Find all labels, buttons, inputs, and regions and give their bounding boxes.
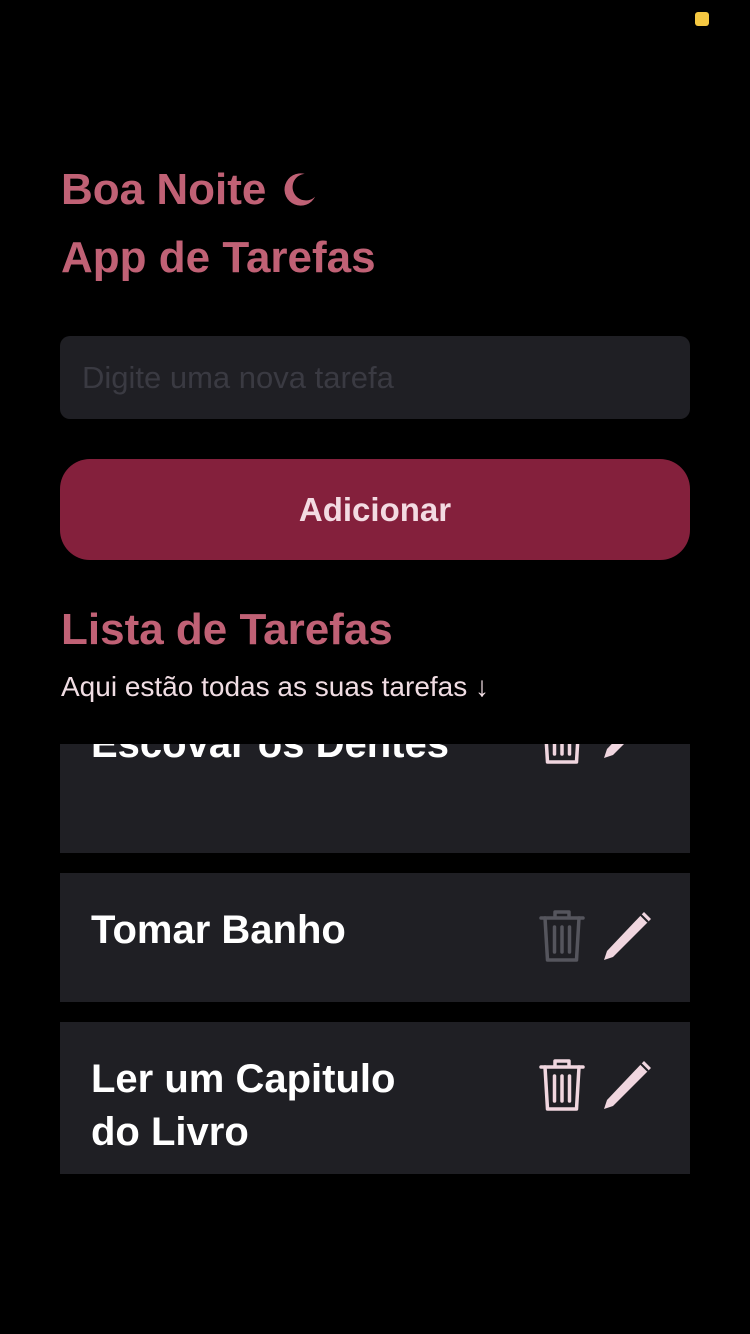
greeting: Boa Noite	[61, 162, 318, 218]
status-indicator	[695, 12, 709, 26]
task-text: Ler um Capitulo do Livro	[91, 1057, 396, 1154]
task-item: Escovar os Dentes	[60, 744, 690, 853]
task-list[interactable]: Escovar os Dentes Tomar Banho Ler um Cap…	[60, 744, 690, 1194]
pencil-icon[interactable]	[598, 1055, 658, 1115]
trash-icon[interactable]	[538, 1057, 586, 1113]
pencil-icon[interactable]	[598, 906, 658, 966]
task-item: Tomar Banho	[60, 873, 690, 1002]
list-subtitle: Aqui estão todas as suas tarefas ↓	[61, 671, 490, 702]
pencil-icon[interactable]	[598, 744, 658, 764]
task-item: Ler um Capitulo do Livro	[60, 1022, 690, 1174]
task-text: Tomar Banho	[91, 908, 346, 952]
list-title: Lista de Tarefas	[61, 605, 393, 654]
new-task-input[interactable]	[60, 336, 690, 419]
moon-icon	[284, 173, 316, 206]
app-title: App de Tarefas	[61, 233, 376, 282]
greeting-text: Boa Noite	[61, 165, 267, 214]
add-task-button[interactable]: Adicionar	[60, 459, 690, 560]
trash-icon[interactable]	[538, 908, 586, 964]
trash-icon[interactable]	[538, 744, 586, 766]
task-text: Escovar os Dentes	[91, 744, 449, 766]
